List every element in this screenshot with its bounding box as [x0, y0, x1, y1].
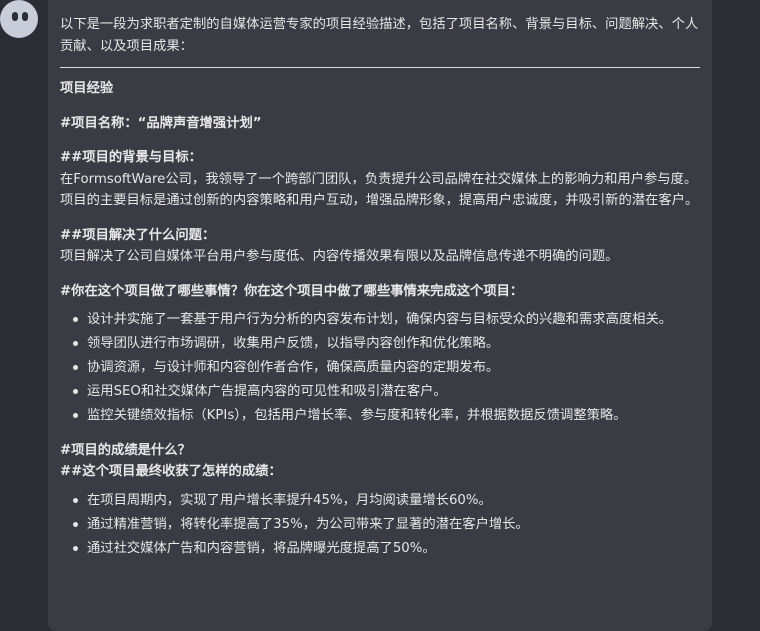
list-item: 领导团队进行市场调研，收集用户反馈，以指导内容创作和优化策略。: [73, 333, 700, 355]
divider: [60, 67, 700, 68]
list-item: 在项目周期内，实现了用户增长率提升45%，月均阅读量增长60%。: [73, 490, 700, 512]
bullet-icon: [73, 365, 78, 370]
contribution-heading: #你在这个项目做了哪些事情？你在这个项目中做了哪些事情来完成这个项目：: [60, 283, 524, 299]
list-item-text: 在项目周期内，实现了用户增长率提升45%，月均阅读量增长60%。: [87, 492, 492, 508]
list-item: 协调资源，与设计师和内容创作者合作，确保高质量内容的定期发布。: [73, 357, 700, 379]
bullet-icon: [73, 341, 78, 346]
bullet-icon: [73, 317, 78, 322]
list-item: 通过社交媒体广告和内容营销，将品牌曝光度提高了50%。: [73, 538, 700, 560]
avatar-eye-right: [22, 12, 28, 21]
problem-heading: ##项目解决了什么问题：: [60, 227, 216, 243]
list-item: 设计并实施了一套基于用户行为分析的内容发布计划，确保内容与目标受众的兴趣和需求高…: [73, 309, 700, 331]
intro-text: 以下是一段为求职者定制的自媒体运营专家的项目经验描述，包括了项目名称、背景与目标…: [60, 17, 699, 54]
list-item-text: 运用SEO和社交媒体广告提高内容的可见性和吸引潜在客户。: [87, 384, 447, 399]
list-item-text: 协调资源，与设计师和内容创作者合作，确保高质量内容的定期发布。: [87, 360, 500, 375]
bullet-icon: [73, 413, 78, 418]
assistant-message: 以下是一段为求职者定制的自媒体运营专家的项目经验描述，包括了项目名称、背景与目标…: [48, 0, 712, 631]
list-item-text: 监控关键绩效指标（KPIs），包括用户增长率、参与度和转化率，并根据数据反馈调整…: [87, 408, 627, 423]
section-title: 项目经验: [60, 81, 114, 96]
chat-view: 以下是一段为求职者定制的自媒体运营专家的项目经验描述，包括了项目名称、背景与目标…: [0, 0, 760, 631]
results-list: 在项目周期内，实现了用户增长率提升45%，月均阅读量增长60%。 通过精准营销，…: [60, 490, 700, 560]
list-item: 通过精准营销，将转化率提高了35%，为公司带来了显著的潜在客户增长。: [73, 514, 700, 536]
project-name: #项目名称：“品牌声音增强计划”: [60, 115, 262, 131]
problem-text: 项目解决了公司自媒体平台用户参与度低、内容传播效果有限以及品牌信息传递不明确的问…: [60, 249, 619, 264]
list-item-text: 设计并实施了一套基于用户行为分析的内容发布计划，确保内容与目标受众的兴趣和需求高…: [87, 312, 673, 327]
background-heading: ##项目的背景与目标：: [60, 150, 202, 165]
results-heading: #项目的成绩是什么？: [60, 442, 191, 458]
list-item-text: 通过社交媒体广告和内容营销，将品牌曝光度提高了50%。: [87, 540, 436, 556]
results-subheading: ##这个项目最终收获了怎样的成绩：: [60, 464, 282, 479]
bullet-icon: [73, 521, 78, 527]
avatar-eye-left: [12, 12, 18, 21]
list-item-text: 通过精准营销，将转化率提高了35%，为公司带来了显著的潜在客户增长。: [87, 516, 529, 532]
bullet-icon: [73, 389, 78, 394]
contribution-list: 设计并实施了一套基于用户行为分析的内容发布计划，确保内容与目标受众的兴趣和需求高…: [60, 309, 700, 427]
list-item-text: 领导团队进行市场调研，收集用户反馈，以指导内容创作和优化策略。: [87, 336, 500, 351]
assistant-avatar: [0, 0, 38, 38]
list-item: 运用SEO和社交媒体广告提高内容的可见性和吸引潜在客户。: [73, 381, 700, 403]
bullet-icon: [73, 497, 78, 503]
list-item: 监控关键绩效指标（KPIs），包括用户增长率、参与度和转化率，并根据数据反馈调整…: [73, 405, 700, 427]
background-text: 在FormsoftWare公司，我领导了一个跨部门团队，负责提升公司品牌在社交媒…: [60, 171, 699, 209]
bullet-icon: [73, 545, 78, 551]
